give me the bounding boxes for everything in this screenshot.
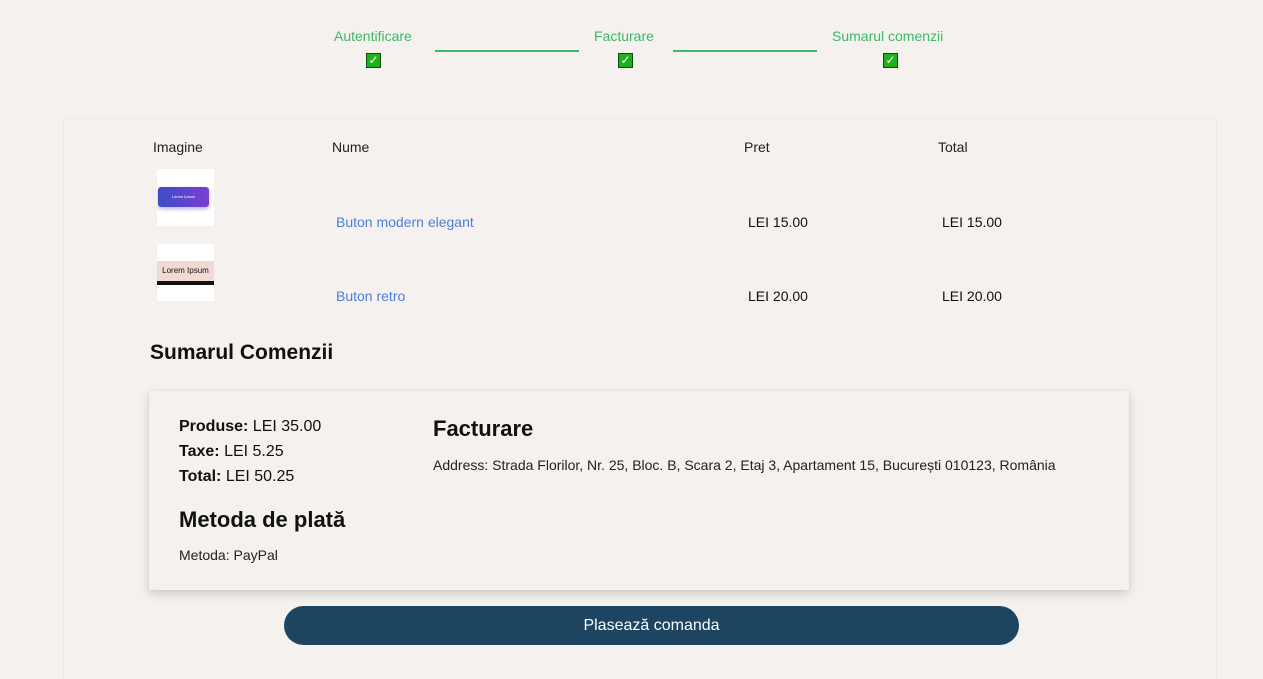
step-check-icon: ✓ [366,53,381,68]
taxes-line: Taxe: LEI 5.25 [179,443,284,461]
step-connector [673,50,817,52]
product-total: LEI 15.00 [942,214,1002,230]
place-order-button[interactable]: Plasează comanda [284,606,1019,645]
product-thumbnail: Lorem Ipsum [157,244,214,301]
products-subtotal: Produse: LEI 35.00 [179,418,321,436]
thumbnail-button-preview: Lorem Ipsum [157,261,214,281]
billing-title: Facturare [433,416,534,441]
taxes-value: LEI 5.25 [224,443,284,460]
product-price: LEI 20.00 [748,288,808,304]
step-connector [435,50,579,52]
product-thumbnail: Lorem Ipsum [157,169,214,226]
payment-method-title: Metoda de plată [179,507,346,532]
products-value: LEI 35.00 [252,418,322,435]
total-line: Total: LEI 50.25 [179,468,294,486]
order-summary-title: Sumarul Comenzii [150,341,334,364]
step-check-icon: ✓ [883,53,898,68]
column-header-price: Pret [744,139,770,155]
column-header-image: Imagine [153,139,203,155]
billing-address: Address: Strada Florilor, Nr. 25, Bloc. … [433,457,1056,473]
payment-method-value: Metoda: PayPal [179,547,278,563]
product-total: LEI 20.00 [942,288,1002,304]
product-price: LEI 15.00 [748,214,808,230]
total-value: LEI 50.25 [225,468,295,485]
products-label: Produse: [179,418,249,435]
product-link[interactable]: Buton retro [336,288,405,304]
step-label-billing: Facturare [594,28,654,44]
thumbnail-button-preview: Lorem Ipsum [158,187,209,207]
product-link[interactable]: Buton modern elegant [336,214,474,230]
column-header-total: Total [938,139,968,155]
total-label: Total: [179,468,222,485]
step-label-order-summary: Sumarul comenzii [832,28,944,44]
step-check-icon: ✓ [618,53,633,68]
thumbnail-bar [157,281,214,285]
step-label-authentication: Autentificare [334,28,412,44]
taxes-label: Taxe: [179,443,220,460]
column-header-name: Nume [332,139,370,155]
